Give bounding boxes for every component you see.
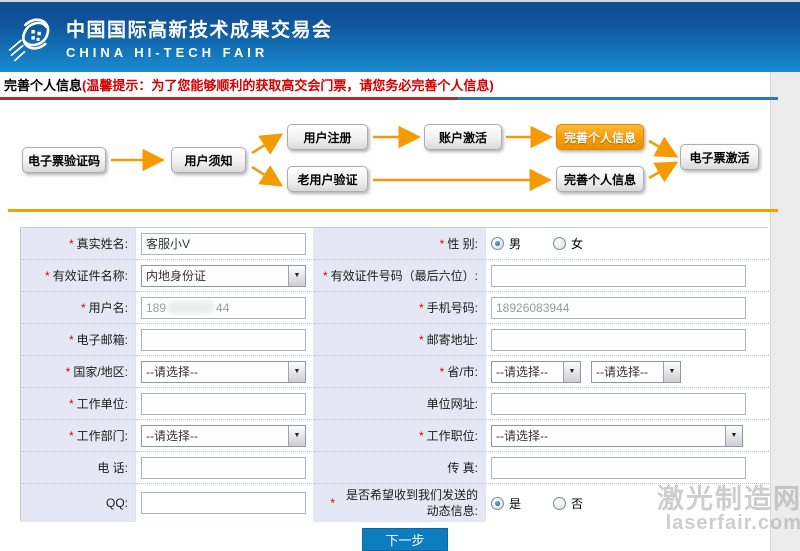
province-select[interactable]: --请选择-- ▼ (491, 361, 581, 383)
label-qq: QQ: (21, 484, 136, 522)
gender-male-radio[interactable] (491, 237, 504, 250)
position-select[interactable]: --请选择-- ▼ (491, 425, 743, 447)
site-title-cn: 中国国际高新技术成果交易会 (66, 15, 333, 42)
cell-province-city: --请选择-- ▼ --请选择-- ▼ (486, 356, 769, 388)
site-header: 中国国际高新技术成果交易会 CHINA HI-TECH FAIR (0, 2, 800, 72)
label-company-website: 单位网址: (314, 388, 486, 420)
label-mobile: * 手机号码: (314, 292, 486, 324)
username-redaction (168, 301, 214, 314)
flow-step-old-user-verify: 老用户验证 (287, 166, 368, 192)
label-province-city: * 省/市: (314, 356, 486, 388)
qq-input[interactable] (141, 492, 306, 514)
orange-divider (8, 209, 778, 212)
personal-info-form: * 真实姓名: * 性 别: 男 女 * 有效证件名称: 内 (20, 227, 768, 521)
label-company: * 工作单位: (21, 388, 136, 420)
label-phone: 电 话: (21, 452, 136, 484)
flow-step-user-register: 用户注册 (287, 124, 368, 150)
next-step-button[interactable]: 下一步 (362, 528, 448, 551)
fax-input[interactable] (491, 457, 746, 479)
newsletter-yes-option[interactable]: 是 (491, 495, 521, 512)
company-input[interactable] (141, 393, 306, 415)
dropdown-arrow-icon: ▼ (725, 426, 742, 446)
postal-address-input[interactable] (491, 329, 746, 351)
email-input[interactable] (141, 329, 306, 351)
label-newsletter: * 是否希望收到我们发送的动态信息: (314, 484, 486, 522)
city-select[interactable]: --请选择-- ▼ (591, 361, 681, 383)
flow-step-account-activate: 账户激活 (424, 124, 502, 150)
phone-input[interactable] (141, 457, 306, 479)
label-position: * 工作职位: (314, 420, 486, 452)
real-name-input[interactable] (141, 233, 306, 255)
cell-newsletter: 是 否 (486, 484, 769, 522)
cell-postal-address (486, 324, 769, 356)
label-username: * 用户名: (21, 292, 136, 324)
flow-step-complete-info-active: 完善个人信息 (556, 124, 644, 150)
site-title-en: CHINA HI-TECH FAIR (66, 45, 333, 60)
dropdown-arrow-icon: ▼ (563, 362, 580, 382)
cell-id-type: 内地身份证 ▼ (136, 260, 314, 292)
notice-bar: 完善个人信息 (温馨提示：为了您能够顺利的获取高交会门票，请您务必完善个人信息) (0, 72, 770, 97)
page: 中国国际高新技术成果交易会 CHINA HI-TECH FAIR 完善个人信息 … (0, 0, 800, 551)
cell-company (136, 388, 314, 420)
username-field-disabled: 189 44 (141, 297, 306, 319)
page-title: 完善个人信息 (4, 75, 82, 94)
newsletter-no-option[interactable]: 否 (553, 495, 583, 512)
id-number-input[interactable] (491, 265, 746, 287)
gender-female-radio[interactable] (553, 237, 566, 250)
chtf-logo-icon (8, 11, 60, 63)
cell-country: --请选择-- ▼ (136, 356, 314, 388)
dropdown-arrow-icon: ▼ (663, 362, 680, 382)
cell-position: --请选择-- ▼ (486, 420, 769, 452)
id-type-select[interactable]: 内地身份证 ▼ (141, 265, 306, 287)
label-country: * 国家/地区: (21, 356, 136, 388)
gender-female-option[interactable]: 女 (553, 235, 583, 252)
mobile-input-disabled (491, 297, 746, 319)
cell-gender: 男 女 (486, 228, 769, 260)
flow-step-user-notice: 用户须知 (171, 147, 246, 173)
flow-step-eticket-activate: 电子票激活 (680, 144, 759, 170)
department-select[interactable]: --请选择-- ▼ (141, 425, 306, 447)
flow-arrows (0, 110, 778, 210)
cell-email (136, 324, 314, 356)
cell-real-name (136, 228, 314, 260)
newsletter-yes-radio[interactable] (491, 497, 504, 510)
cell-qq (136, 484, 314, 522)
label-department: * 工作部门: (21, 420, 136, 452)
cell-phone (136, 452, 314, 484)
cell-department: --请选择-- ▼ (136, 420, 314, 452)
registration-flow-diagram: 电子票验证码 用户须知 用户注册 老用户验证 账户激活 完善个人信息 完善个人信… (0, 110, 778, 210)
label-id-number: * 有效证件号码（最后六位）: (314, 260, 486, 292)
cell-fax (486, 452, 769, 484)
label-gender: * 性 别: (314, 228, 486, 260)
notice-tip: (温馨提示：为了您能够顺利的获取高交会门票，请您务必完善个人信息) (82, 75, 494, 94)
cell-company-website (486, 388, 769, 420)
dropdown-arrow-icon: ▼ (288, 362, 305, 382)
flow-step-complete-info: 完善个人信息 (556, 166, 644, 192)
cell-id-number (486, 260, 769, 292)
gender-male-option[interactable]: 男 (491, 235, 521, 252)
label-id-type: * 有效证件名称: (21, 260, 136, 292)
cell-username: 189 44 (136, 292, 314, 324)
dropdown-arrow-icon: ▼ (288, 426, 305, 446)
label-email: * 电子邮箱: (21, 324, 136, 356)
flow-step-eticket-code: 电子票验证码 (22, 147, 106, 173)
company-website-input[interactable] (491, 393, 746, 415)
cell-mobile (486, 292, 769, 324)
newsletter-no-radio[interactable] (553, 497, 566, 510)
label-real-name: * 真实姓名: (21, 228, 136, 260)
label-postal-address: * 邮寄地址: (314, 324, 486, 356)
country-select[interactable]: --请选择-- ▼ (141, 361, 306, 383)
label-fax: 传 真: (314, 452, 486, 484)
title-divider (0, 97, 778, 100)
dropdown-arrow-icon: ▼ (288, 266, 305, 286)
